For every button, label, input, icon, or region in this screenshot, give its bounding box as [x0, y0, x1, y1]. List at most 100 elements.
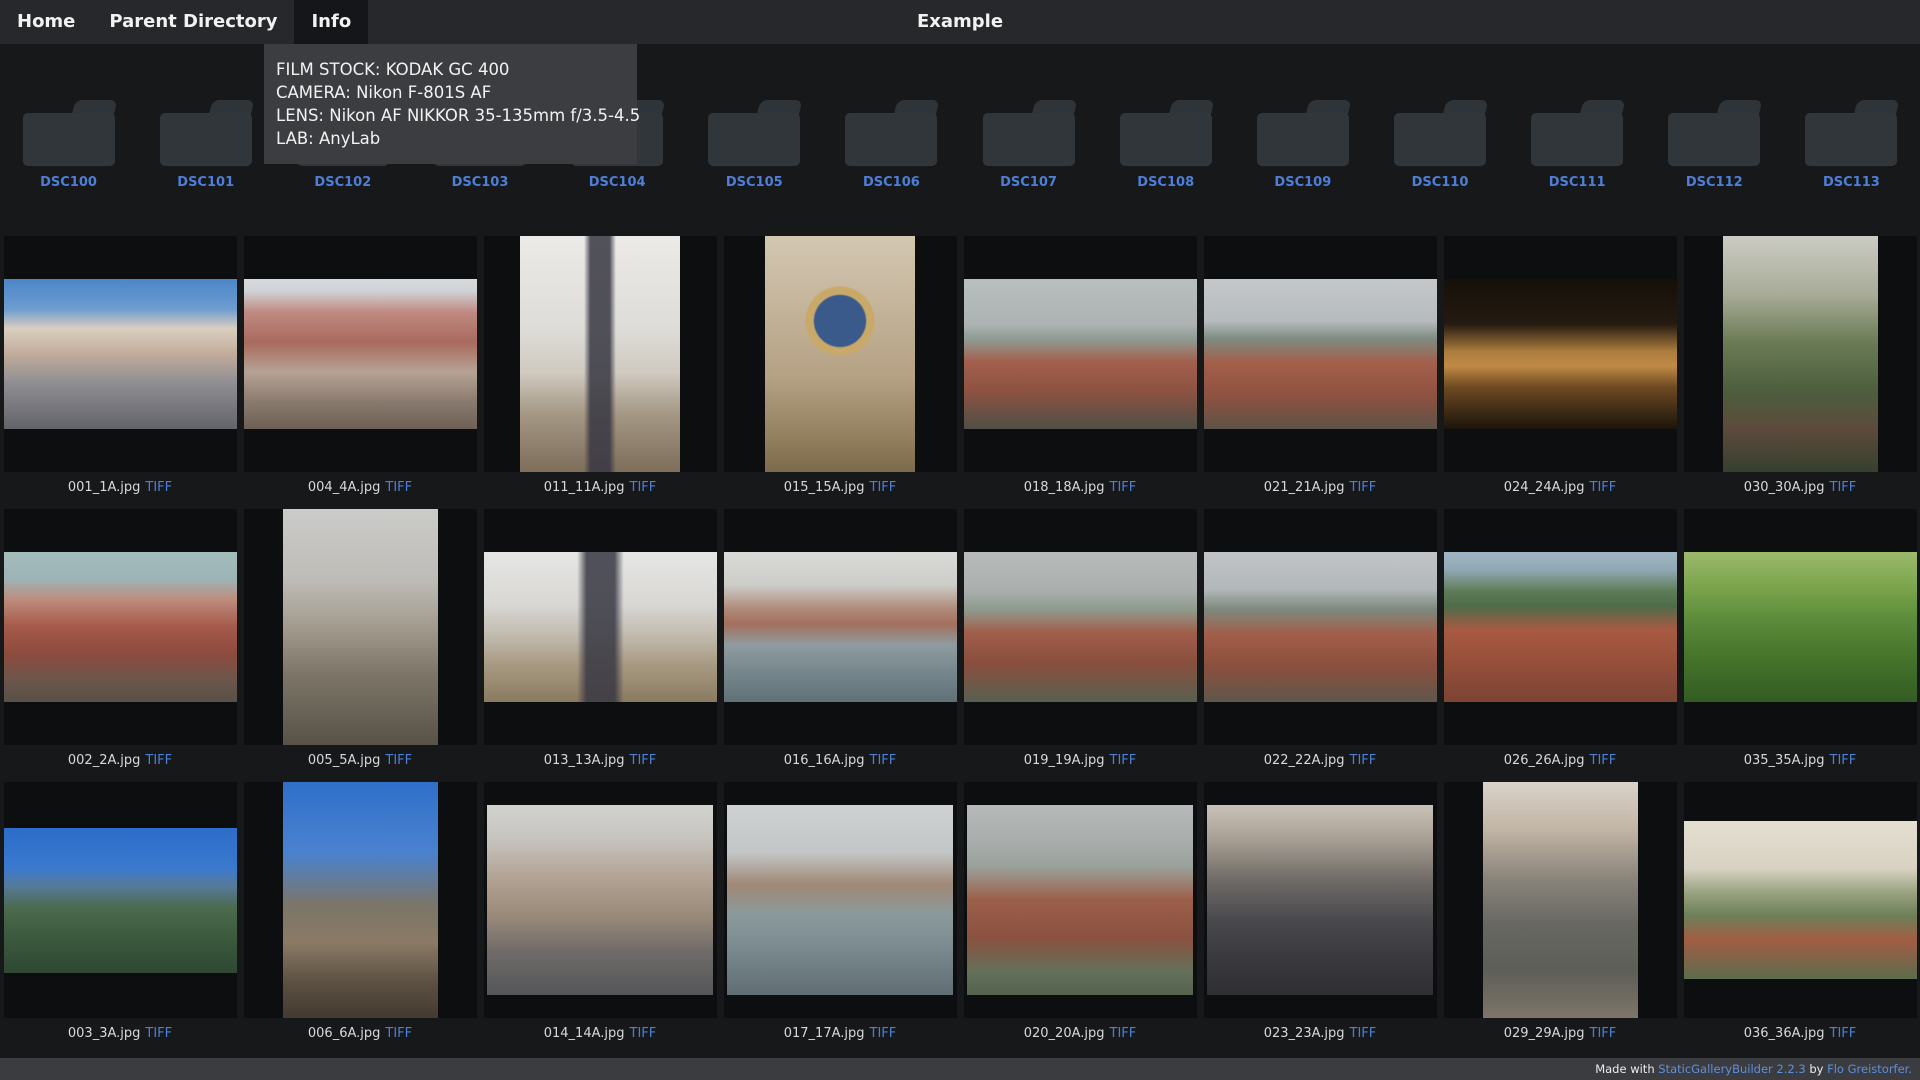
photo-filename: 005_5A.jpg — [308, 753, 381, 768]
photo-thumbnail[interactable] — [4, 828, 237, 973]
tiff-link[interactable]: TIFF — [630, 480, 657, 495]
photo-thumbnail[interactable] — [964, 279, 1197, 429]
photo-thumbnail[interactable] — [1684, 821, 1917, 979]
folder-label[interactable]: DSC109 — [1274, 175, 1331, 190]
folder-icon[interactable] — [1668, 100, 1760, 166]
folder-icon[interactable] — [708, 100, 800, 166]
photo-thumbnail[interactable] — [964, 552, 1197, 702]
tiff-link[interactable]: TIFF — [1830, 480, 1857, 495]
tiff-link[interactable]: TIFF — [1590, 1026, 1617, 1041]
folder-icon[interactable] — [23, 100, 115, 166]
tiff-link[interactable]: TIFF — [1110, 753, 1137, 768]
tiff-link[interactable]: TIFF — [630, 753, 657, 768]
photo-thumbnail[interactable] — [283, 509, 438, 745]
nav-item-home[interactable]: Home — [0, 0, 92, 44]
folder-item[interactable]: DSC112 — [1646, 100, 1783, 190]
photo-filename: 002_2A.jpg — [68, 753, 141, 768]
photo-filename: 036_36A.jpg — [1744, 1026, 1825, 1041]
tiff-link[interactable]: TIFF — [1110, 480, 1137, 495]
folder-item[interactable]: DSC101 — [137, 100, 274, 190]
tiff-link[interactable]: TIFF — [870, 753, 897, 768]
tiff-link[interactable]: TIFF — [385, 480, 412, 495]
folder-label[interactable]: DSC100 — [40, 175, 97, 190]
photo-thumbnail[interactable] — [4, 279, 237, 429]
folder-icon[interactable] — [160, 100, 252, 166]
tiff-link[interactable]: TIFF — [385, 1026, 412, 1041]
photo-thumbnail[interactable] — [1444, 552, 1677, 702]
folder-item[interactable]: DSC113 — [1783, 100, 1920, 190]
nav-item-parent-directory[interactable]: Parent Directory — [92, 0, 294, 44]
photo-thumbnail[interactable] — [4, 552, 237, 702]
photo-cell: 022_22A.jpgTIFF — [1204, 509, 1437, 782]
folder-item[interactable]: DSC111 — [1509, 100, 1646, 190]
footer-link-staticgallerybuilder[interactable]: StaticGalleryBuilder 2.2.3 — [1658, 1062, 1805, 1076]
folder-label[interactable]: DSC112 — [1686, 175, 1743, 190]
photo-thumbnail[interactable] — [1204, 279, 1437, 429]
folder-icon[interactable] — [1120, 100, 1212, 166]
photo-thumbnail[interactable] — [1444, 279, 1677, 429]
tiff-link[interactable]: TIFF — [1590, 480, 1617, 495]
photo-thumbnail[interactable] — [520, 236, 680, 472]
photo-thumbnail[interactable] — [724, 552, 957, 702]
tiff-link[interactable]: TIFF — [1590, 753, 1617, 768]
photo-frame — [1444, 236, 1677, 472]
folder-icon[interactable] — [1394, 100, 1486, 166]
folder-icon[interactable] — [983, 100, 1075, 166]
tiff-link[interactable]: TIFF — [1350, 753, 1377, 768]
folder-icon[interactable] — [1257, 100, 1349, 166]
folder-label[interactable]: DSC113 — [1823, 175, 1880, 190]
folder-label[interactable]: DSC108 — [1137, 175, 1194, 190]
folder-item[interactable]: DSC108 — [1097, 100, 1234, 190]
folder-icon[interactable] — [845, 100, 937, 166]
photo-filename: 019_19A.jpg — [1024, 753, 1105, 768]
tiff-link[interactable]: TIFF — [145, 1026, 172, 1041]
folder-body — [845, 113, 937, 166]
photo-thumbnail[interactable] — [1723, 236, 1878, 472]
folder-item[interactable]: DSC105 — [686, 100, 823, 190]
tiff-link[interactable]: TIFF — [1830, 753, 1857, 768]
folder-label[interactable]: DSC102 — [314, 175, 371, 190]
photo-thumbnail[interactable] — [244, 279, 477, 429]
photo-thumbnail[interactable] — [1207, 805, 1433, 995]
folder-body — [1394, 113, 1486, 166]
folder-label[interactable]: DSC104 — [589, 175, 646, 190]
folder-item[interactable]: DSC106 — [823, 100, 960, 190]
nav-item-info[interactable]: Info — [294, 0, 368, 44]
photo-caption: 020_20A.jpgTIFF — [1024, 1026, 1137, 1041]
photo-caption: 030_30A.jpgTIFF — [1744, 480, 1857, 495]
folder-item[interactable]: DSC109 — [1234, 100, 1371, 190]
tiff-link[interactable]: TIFF — [870, 480, 897, 495]
photo-thumbnail[interactable] — [484, 552, 717, 702]
photo-caption: 026_26A.jpgTIFF — [1504, 753, 1617, 768]
folder-item[interactable]: DSC110 — [1371, 100, 1508, 190]
tiff-link[interactable]: TIFF — [870, 1026, 897, 1041]
folder-label[interactable]: DSC103 — [452, 175, 509, 190]
photo-thumbnail[interactable] — [1483, 782, 1638, 1018]
tiff-link[interactable]: TIFF — [1830, 1026, 1857, 1041]
footer-link-author[interactable]: Flo Greistorfer. — [1827, 1062, 1912, 1076]
tiff-link[interactable]: TIFF — [630, 1026, 657, 1041]
folder-label[interactable]: DSC105 — [726, 175, 783, 190]
photo-thumbnail[interactable] — [1204, 552, 1437, 702]
tiff-link[interactable]: TIFF — [1110, 1026, 1137, 1041]
folder-label[interactable]: DSC107 — [1000, 175, 1057, 190]
photo-thumbnail[interactable] — [1684, 552, 1917, 702]
folder-item[interactable]: DSC100 — [0, 100, 137, 190]
photo-thumbnail[interactable] — [765, 236, 915, 472]
folder-icon[interactable] — [1531, 100, 1623, 166]
folder-label[interactable]: DSC101 — [177, 175, 234, 190]
folder-label[interactable]: DSC111 — [1549, 175, 1606, 190]
folder-label[interactable]: DSC110 — [1412, 175, 1469, 190]
tiff-link[interactable]: TIFF — [145, 753, 172, 768]
folder-icon[interactable] — [1805, 100, 1897, 166]
tiff-link[interactable]: TIFF — [1350, 480, 1377, 495]
photo-thumbnail[interactable] — [727, 805, 953, 995]
photo-thumbnail[interactable] — [487, 805, 713, 995]
folder-label[interactable]: DSC106 — [863, 175, 920, 190]
tiff-link[interactable]: TIFF — [145, 480, 172, 495]
tiff-link[interactable]: TIFF — [1350, 1026, 1377, 1041]
folder-item[interactable]: DSC107 — [960, 100, 1097, 190]
tiff-link[interactable]: TIFF — [385, 753, 412, 768]
photo-thumbnail[interactable] — [967, 805, 1193, 995]
photo-thumbnail[interactable] — [283, 782, 438, 1018]
